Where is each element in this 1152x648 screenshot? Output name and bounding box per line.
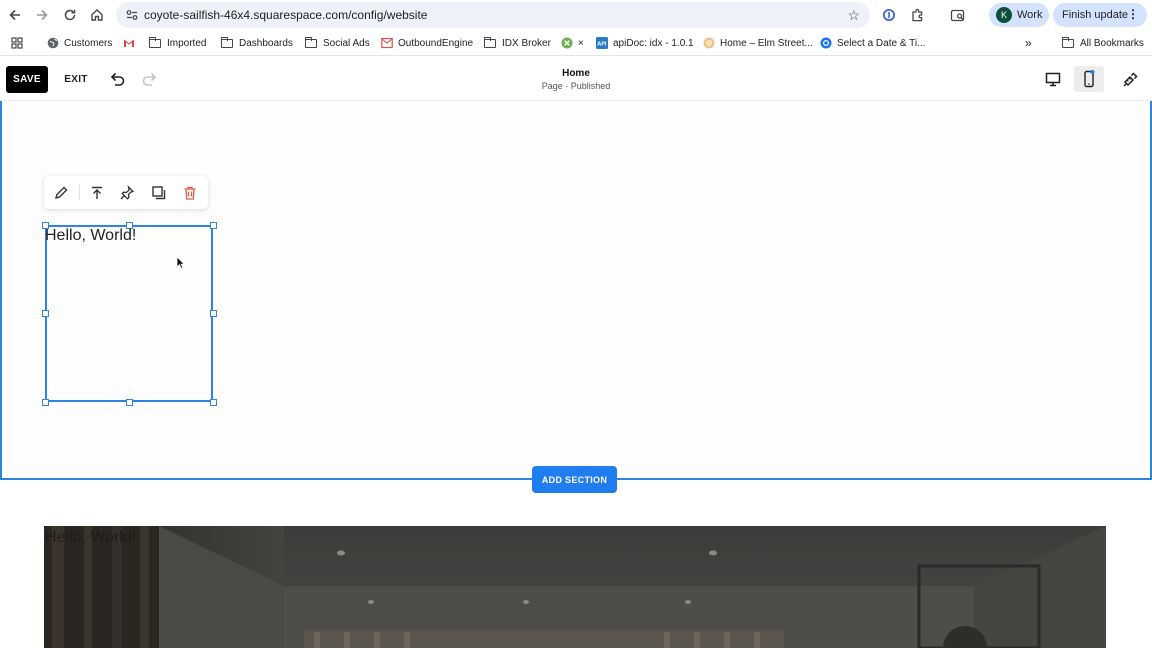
toolbar-divider	[79, 185, 80, 200]
home-button[interactable]	[84, 2, 110, 28]
resize-handle-right[interactable]	[210, 310, 217, 317]
browser-toolbar: coyote-sailfish-46x4.squarespace.com/con…	[0, 0, 1152, 30]
folder-icon	[1062, 36, 1074, 48]
all-bookmarks-button[interactable]: All Bookmarks	[1062, 36, 1144, 50]
move-to-top-button[interactable]	[87, 183, 107, 203]
bookmark-idx-broker[interactable]: IDX Broker	[484, 36, 551, 50]
forward-button[interactable]	[29, 2, 55, 28]
pin-icon	[120, 185, 135, 200]
paint-brush-icon	[1122, 71, 1138, 87]
outboundengine-icon	[381, 37, 393, 49]
resize-handle-top-right[interactable]	[210, 222, 217, 229]
folder-icon	[221, 36, 233, 48]
block-toolbar	[44, 176, 208, 209]
mouse-cursor-icon	[176, 256, 185, 270]
profile-button[interactable]: K Work	[989, 3, 1049, 27]
x-app-icon	[561, 37, 573, 49]
bookmark-x-app[interactable]: ×	[561, 36, 584, 50]
folder-icon	[305, 36, 317, 48]
text-block-content[interactable]: Hello, World!	[45, 227, 136, 245]
selected-text-block[interactable]	[45, 225, 213, 402]
desktop-icon	[1045, 72, 1061, 86]
bookmark-apidoc[interactable]: API apiDoc: idx - 1.0.1	[596, 36, 694, 50]
bookmark-social-ads[interactable]: Social Ads	[305, 36, 370, 50]
bookmark-elm-street[interactable]: Home – Elm Street...	[703, 36, 813, 50]
home-icon	[91, 9, 103, 21]
image-section[interactable]	[44, 526, 1106, 648]
edit-block-button[interactable]	[51, 183, 71, 203]
finish-update-label: Finish update	[1062, 9, 1129, 21]
interior-photo	[44, 526, 1106, 648]
calendar-app-icon	[820, 37, 832, 49]
site-styles-button[interactable]	[1115, 66, 1145, 92]
reload-icon	[64, 9, 76, 21]
chevron-double-right-icon: »	[1025, 36, 1032, 50]
puzzle-icon	[911, 8, 922, 21]
folder-icon	[149, 36, 161, 48]
bookmark-gmail[interactable]	[123, 36, 140, 50]
mobile-icon	[1084, 70, 1095, 88]
bookmark-imported[interactable]: Imported	[149, 36, 206, 50]
add-section-button[interactable]: ADD SECTION	[532, 466, 617, 493]
mobile-view-button[interactable]	[1074, 66, 1104, 92]
finish-update-button[interactable]: Finish update ⋮	[1053, 3, 1147, 27]
editor-toolbar: SAVE EXIT Home Page · Published	[0, 57, 1152, 101]
globe-icon	[47, 37, 59, 49]
bookmark-star-icon[interactable]: ☆	[847, 7, 860, 24]
bookmarks-overflow-button[interactable]: »	[1025, 36, 1032, 50]
bookmark-customers[interactable]: Customers	[47, 36, 112, 50]
delete-block-button[interactable]	[180, 183, 200, 203]
folder-icon	[484, 36, 496, 48]
site-settings-icon[interactable]	[125, 8, 139, 22]
arrow-right-icon	[37, 9, 48, 21]
tab-search-icon	[950, 9, 965, 21]
pin-block-button[interactable]	[117, 183, 137, 203]
page-status: Page · Published	[541, 81, 611, 91]
apps-grid-icon	[11, 37, 23, 49]
avatar: K	[996, 7, 1012, 23]
reload-button[interactable]	[57, 2, 83, 28]
profile-label: Work	[1017, 9, 1043, 21]
resize-handle-bottom[interactable]	[126, 399, 133, 406]
resize-handle-bottom-right[interactable]	[210, 399, 217, 406]
bookmark-outboundengine[interactable]: OutboundEngine	[381, 36, 473, 50]
svg-text:API: API	[597, 42, 607, 48]
arrow-left-icon	[9, 9, 20, 21]
url-text[interactable]: coyote-sailfish-46x4.squarespace.com/con…	[144, 8, 427, 22]
apidoc-icon: API	[596, 37, 608, 49]
apps-button[interactable]	[11, 36, 23, 50]
image-section-text[interactable]: Hello, World!	[45, 529, 136, 547]
bookmark-select-date[interactable]: Select a Date & Ti...	[820, 36, 925, 50]
pencil-icon	[54, 186, 68, 200]
more-vert-icon: ⋮	[1127, 7, 1139, 21]
duplicate-block-button[interactable]	[149, 183, 169, 203]
page-title: Home	[562, 68, 590, 79]
bookmark-dashboards[interactable]: Dashboards	[221, 36, 293, 50]
extensions-button[interactable]	[906, 4, 928, 26]
duplicate-icon	[152, 186, 166, 200]
arrow-to-top-icon	[92, 186, 102, 199]
elm-street-icon	[703, 37, 715, 49]
gmail-icon	[123, 39, 135, 47]
resize-handle-left[interactable]	[42, 310, 49, 317]
page-canvas: Hello, World! ADD SECTION Hello, World!	[0, 101, 1152, 648]
bookmarks-bar: Customers Imported Dashboards Social Ads…	[0, 30, 1152, 56]
resize-handle-bottom-left[interactable]	[42, 399, 49, 406]
password-manager-extension[interactable]	[878, 4, 900, 26]
address-bar[interactable]: coyote-sailfish-46x4.squarespace.com/con…	[116, 2, 870, 28]
tab-search-button[interactable]	[947, 4, 969, 26]
desktop-view-button[interactable]	[1038, 66, 1068, 92]
back-button[interactable]	[2, 2, 28, 28]
trash-icon	[184, 186, 196, 200]
password-manager-icon	[883, 9, 895, 21]
